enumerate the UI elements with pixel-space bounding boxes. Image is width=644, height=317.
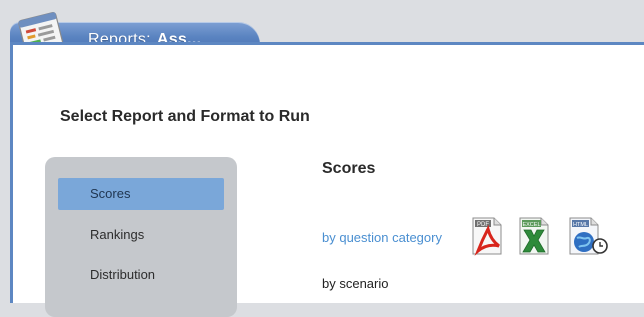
report-by-scenario[interactable]: by scenario xyxy=(322,276,388,291)
report-by-question-category[interactable]: by question category xyxy=(322,230,442,245)
sidebar-item-distribution[interactable]: Distribution xyxy=(58,259,224,291)
html-icon[interactable]: HTML xyxy=(566,216,612,256)
excel-icon[interactable]: EXCEL xyxy=(516,216,552,256)
section-title: Scores xyxy=(322,160,376,177)
sidebar-item-rankings[interactable]: Rankings xyxy=(58,219,224,251)
page-title: Select Report and Format to Run xyxy=(60,108,310,125)
sidebar-item-scores[interactable]: Scores xyxy=(58,178,224,210)
excel-icon-label: EXCEL xyxy=(522,222,540,228)
pdf-icon[interactable]: PDF xyxy=(469,216,505,256)
html-icon-label: HTML xyxy=(573,222,588,228)
